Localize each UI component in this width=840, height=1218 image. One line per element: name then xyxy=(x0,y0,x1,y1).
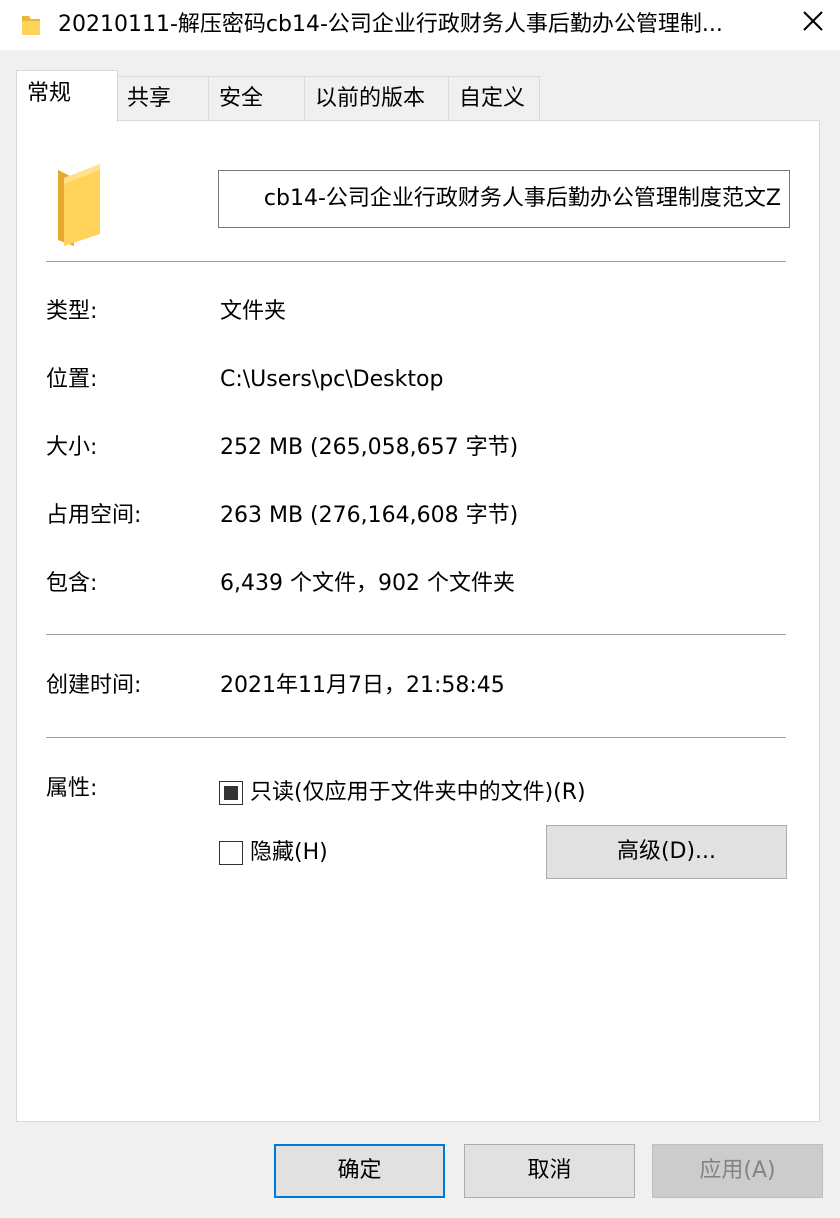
created-value: 2021年11月7日，21:58:45 xyxy=(220,673,505,698)
tab-customize[interactable]: 自定义 xyxy=(448,76,540,120)
readonly-label[interactable]: 只读(仅应用于文件夹中的文件)(R) xyxy=(250,778,586,808)
disk-size-value: 263 MB (276,164,608 字节) xyxy=(220,503,519,528)
close-icon[interactable] xyxy=(802,10,824,36)
tab-previous-versions[interactable]: 以前的版本 xyxy=(304,76,450,120)
type-value: 文件夹 xyxy=(220,299,287,324)
hidden-checkbox[interactable] xyxy=(219,841,243,865)
contains-label: 包含: xyxy=(46,571,98,596)
type-label: 类型: xyxy=(46,299,98,324)
folder-name-input[interactable]: cb14-公司企业行政财务人事后勤办公管理制度范文Z xyxy=(218,170,790,228)
window-title: 20210111-解压密码cb14-公司企业行政财务人事后勤办公管理制... xyxy=(58,12,723,37)
title-bar: 20210111-解压密码cb14-公司企业行政财务人事后勤办公管理制... xyxy=(0,0,840,50)
size-label: 大小: xyxy=(46,435,98,460)
close-button[interactable] xyxy=(786,0,840,46)
folder-icon xyxy=(20,12,42,42)
disk-size-label: 占用空间: xyxy=(46,503,142,528)
size-value: 252 MB (265,058,657 字节) xyxy=(220,435,519,460)
readonly-checkbox[interactable] xyxy=(219,781,243,805)
ok-button[interactable]: 确定 xyxy=(274,1144,445,1198)
location-label: 位置: xyxy=(46,367,98,392)
separator xyxy=(46,737,786,738)
folder-icon xyxy=(54,164,104,252)
advanced-button[interactable]: 高级(D)... xyxy=(546,825,787,879)
tab-security[interactable]: 安全 xyxy=(208,76,306,120)
hidden-label[interactable]: 隐藏(H) xyxy=(250,838,328,868)
attributes-label: 属性: xyxy=(46,776,98,801)
contains-value: 6,439 个文件，902 个文件夹 xyxy=(220,571,515,596)
tab-sharing[interactable]: 共享 xyxy=(116,76,210,120)
separator xyxy=(46,261,786,262)
cancel-button[interactable]: 取消 xyxy=(464,1144,635,1198)
apply-button[interactable]: 应用(A) xyxy=(652,1144,823,1198)
general-panel xyxy=(16,120,820,1122)
tab-general[interactable]: 常规 xyxy=(16,70,118,122)
separator xyxy=(46,634,786,635)
location-value: C:\Users\pc\Desktop xyxy=(220,367,444,392)
created-label: 创建时间: xyxy=(46,673,142,698)
